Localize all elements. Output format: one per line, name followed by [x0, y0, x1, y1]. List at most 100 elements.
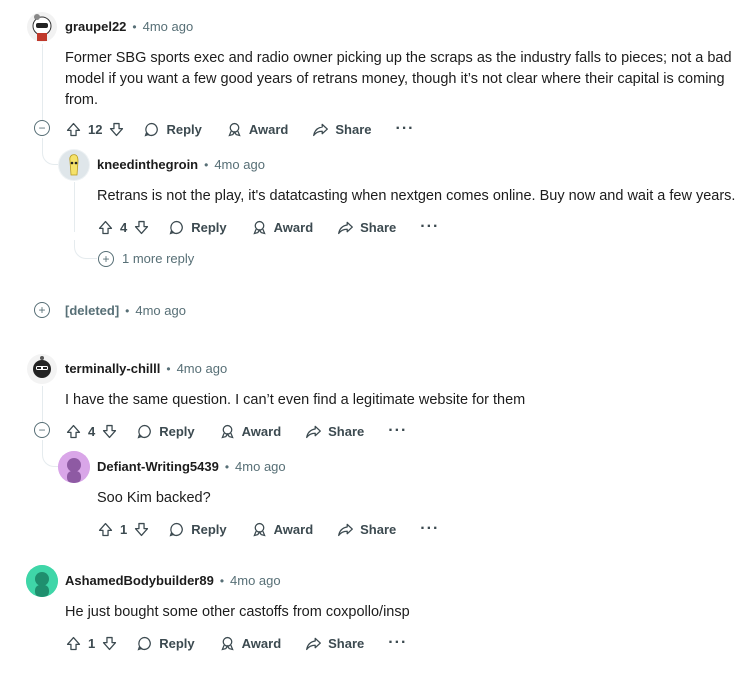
- comment-icon: [169, 522, 184, 536]
- more-options-button[interactable]: ···: [420, 219, 439, 235]
- upvote-button[interactable]: [65, 423, 82, 440]
- more-options-button[interactable]: ···: [396, 121, 415, 137]
- reply-button[interactable]: Reply: [168, 521, 227, 538]
- comment-meta: Defiant-Writing5439 • 4mo ago: [97, 459, 286, 474]
- comment-icon: [137, 424, 152, 438]
- more-options-button[interactable]: ···: [420, 521, 439, 537]
- separator-dot: •: [224, 459, 230, 474]
- reply-label: Reply: [191, 219, 227, 235]
- avatar[interactable]: [26, 353, 58, 385]
- username[interactable]: terminally-chilll: [65, 361, 160, 376]
- more-replies-link[interactable]: 1 more reply: [122, 251, 194, 266]
- share-label: Share: [328, 423, 365, 439]
- award-label: Award: [241, 635, 282, 651]
- avatar[interactable]: [26, 565, 58, 597]
- vote-count: 1: [120, 521, 128, 537]
- share-button[interactable]: Share: [305, 423, 364, 440]
- reply-button[interactable]: Reply: [136, 423, 195, 440]
- username[interactable]: AshamedBodybuilder89: [65, 573, 214, 588]
- reply-label: Reply: [159, 635, 195, 651]
- upvote-button[interactable]: [65, 121, 82, 138]
- downvote-button[interactable]: [101, 635, 118, 652]
- upvote-button[interactable]: [65, 635, 82, 652]
- comment-meta: [deleted] • 4mo ago: [65, 303, 186, 318]
- avatar[interactable]: [58, 451, 90, 483]
- award-button[interactable]: Award: [226, 121, 289, 138]
- separator-dot: •: [204, 157, 209, 172]
- share-label: Share: [360, 219, 397, 235]
- award-button[interactable]: Award: [219, 423, 281, 440]
- timestamp[interactable]: 4mo ago: [214, 157, 265, 172]
- upvote-icon: [98, 220, 113, 234]
- award-button[interactable]: Award: [219, 635, 282, 652]
- share-label: Share: [335, 121, 372, 137]
- downvote-icon: [135, 522, 149, 536]
- comment-icon: [169, 220, 184, 234]
- share-button[interactable]: Share: [337, 219, 396, 236]
- comment-actions: 1 Reply Award Share ···: [97, 517, 439, 541]
- collapse-toggle[interactable]: −: [34, 120, 50, 136]
- timestamp[interactable]: 4mo ago: [135, 303, 186, 318]
- thread-line: [74, 182, 75, 232]
- timestamp[interactable]: 4mo ago: [235, 459, 286, 474]
- comment-icon: [137, 636, 152, 650]
- username[interactable]: graupel22: [65, 19, 126, 34]
- more-options-button[interactable]: ···: [388, 423, 407, 439]
- avatar[interactable]: [26, 11, 58, 43]
- downvote-icon: [135, 220, 149, 234]
- reply-button[interactable]: Reply: [143, 121, 202, 138]
- username[interactable]: Defiant-Writing5439: [97, 459, 219, 474]
- reply-label: Reply: [166, 121, 202, 137]
- timestamp[interactable]: 4mo ago: [230, 573, 281, 588]
- share-icon: [338, 523, 354, 536]
- more-options-button[interactable]: ···: [388, 635, 407, 651]
- downvote-icon: [110, 122, 124, 136]
- username: [deleted]: [65, 303, 120, 318]
- award-icon: [228, 122, 241, 136]
- comment-line: Soo Kim backed?: [97, 490, 211, 506]
- username[interactable]: kneedinthegroin: [97, 157, 198, 172]
- expand-icon[interactable]: +: [34, 302, 50, 318]
- timestamp[interactable]: 4mo ago: [143, 19, 194, 34]
- award-button[interactable]: Award: [251, 521, 314, 538]
- expand-icon[interactable]: +: [98, 251, 114, 267]
- downvote-button[interactable]: [133, 521, 150, 538]
- comment-line: He just bought some other castoffs from …: [65, 604, 410, 620]
- award-button[interactable]: Award: [251, 219, 313, 236]
- award-label: Award: [248, 121, 289, 137]
- upvote-button[interactable]: [97, 521, 114, 538]
- comment-body: I have the same question. I can’t even f…: [65, 390, 745, 411]
- comment-line: Retrans is not the play, it's datatcasti…: [97, 188, 736, 204]
- award-icon: [220, 636, 234, 650]
- downvote-button[interactable]: [101, 423, 118, 440]
- comment-body: He just bought some other castoffs from …: [65, 602, 735, 623]
- share-button[interactable]: Share: [337, 521, 396, 538]
- share-button[interactable]: Share: [305, 635, 364, 652]
- reply-label: Reply: [159, 423, 195, 439]
- upvote-button[interactable]: [97, 219, 114, 236]
- comment-meta: graupel22 • 4mo ago: [65, 19, 193, 34]
- separator-dot: •: [166, 361, 171, 376]
- comment-line: from.: [65, 92, 99, 108]
- avatar[interactable]: [58, 149, 90, 181]
- comment-icon: [145, 122, 159, 136]
- timestamp[interactable]: 4mo ago: [177, 361, 228, 376]
- vote-count: 4: [88, 423, 96, 439]
- downvote-button[interactable]: [133, 219, 150, 236]
- upvote-icon: [66, 636, 81, 650]
- vote-count: 4: [120, 219, 128, 235]
- vote-count: 1: [88, 635, 96, 651]
- downvote-icon: [103, 636, 117, 650]
- thread-line: [42, 44, 43, 120]
- award-icon: [252, 220, 266, 234]
- reply-button[interactable]: Reply: [168, 219, 227, 236]
- downvote-button[interactable]: [108, 121, 125, 138]
- reply-button[interactable]: Reply: [136, 635, 195, 652]
- comment-body: Former SBG sports exec and radio owner p…: [65, 48, 748, 111]
- collapse-toggle[interactable]: −: [34, 422, 50, 438]
- share-button[interactable]: Share: [312, 121, 372, 138]
- comment-actions: 4 Reply Award Share ···: [65, 419, 407, 443]
- comment-meta: AshamedBodybuilder89 • 4mo ago: [65, 573, 281, 588]
- award-label: Award: [273, 521, 314, 537]
- upvote-icon: [98, 522, 113, 536]
